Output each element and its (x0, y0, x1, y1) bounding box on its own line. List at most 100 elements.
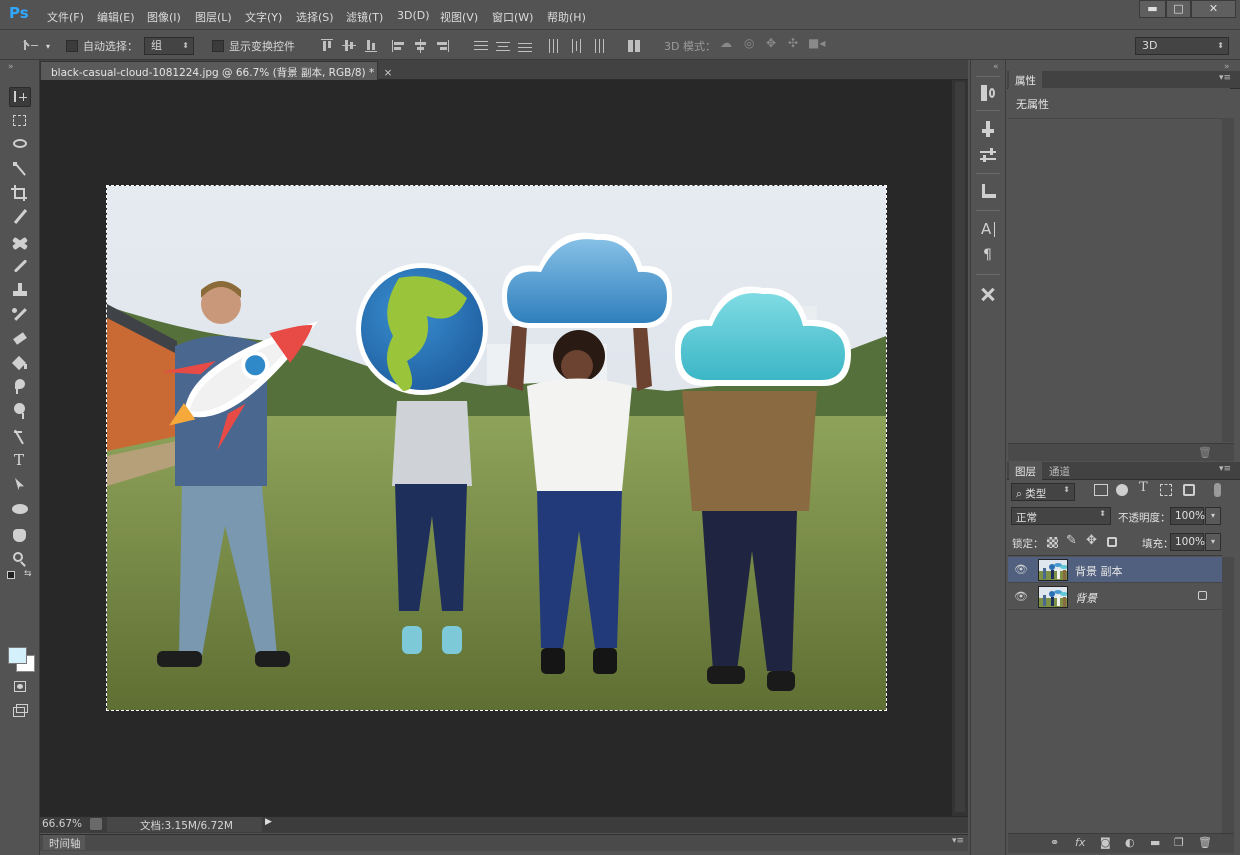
trash-icon[interactable]: 🗑 (1198, 446, 1212, 459)
status-menu-arrow-icon[interactable]: ▶ (265, 817, 272, 827)
align-bottom-icon[interactable] (364, 39, 378, 53)
layer-name[interactable]: 背景 副本 (1075, 563, 1123, 579)
align-vcenter-icon[interactable] (342, 39, 356, 53)
lock-position-icon[interactable]: ✥ (1086, 533, 1097, 548)
visibility-eye-icon[interactable]: 👁 (1014, 563, 1028, 577)
menu-type[interactable]: 文字(Y) (245, 9, 282, 25)
healing-brush-tool[interactable] (9, 233, 31, 253)
close-window-button[interactable]: ✕ (1191, 0, 1236, 18)
tool-presets-icon[interactable] (978, 181, 998, 201)
layer-row-background[interactable]: 👁 背景 (1008, 584, 1222, 610)
lock-transparency-icon[interactable] (1047, 537, 1058, 548)
magic-wand-tool[interactable] (9, 159, 31, 179)
3d-pan-icon[interactable]: ✥ (766, 36, 776, 50)
dodge-tool[interactable] (9, 401, 31, 421)
eyedropper-tool[interactable] (9, 207, 31, 227)
blend-mode-select[interactable]: 正常 ⬍ (1011, 507, 1111, 525)
auto-select-checkbox[interactable] (66, 40, 78, 52)
distribute-bottom-icon[interactable] (518, 39, 532, 53)
filter-toggle-switch[interactable] (1214, 483, 1221, 497)
3d-scale-icon[interactable]: ■◂ (808, 36, 825, 50)
align-top-icon[interactable] (320, 39, 334, 53)
lasso-tool[interactable] (9, 135, 31, 155)
filter-smart-object-icon[interactable] (1183, 484, 1195, 496)
align-hcenter-icon[interactable] (414, 39, 428, 53)
auto-select-target-select[interactable]: 组 ⬍ (144, 37, 194, 55)
panel-expand-icon[interactable]: » (1224, 62, 1230, 72)
filter-adjustment-icon[interactable] (1116, 484, 1128, 496)
dock-collapse-icon[interactable]: « (993, 62, 999, 72)
foreground-color-swatch[interactable] (8, 647, 27, 664)
fill-input[interactable]: 100% (1170, 533, 1205, 551)
document-image[interactable] (106, 185, 887, 711)
align-left-icon[interactable] (392, 39, 406, 53)
tool-options-icon[interactable] (978, 284, 998, 304)
distribute-left-icon[interactable] (547, 39, 561, 53)
lock-paint-icon[interactable]: ✎ (1066, 533, 1077, 548)
zoom-level[interactable]: 66.67% (42, 818, 82, 830)
layers-scrollbar[interactable] (1222, 557, 1234, 833)
menu-file[interactable]: 文件(F) (47, 9, 84, 25)
menu-help[interactable]: 帮助(H) (547, 9, 586, 25)
swap-colors-icon[interactable]: ⇆ (24, 569, 32, 579)
menu-edit[interactable]: 编辑(E) (97, 9, 135, 25)
adjustments-icon[interactable] (978, 146, 998, 166)
move-tool-preset-icon[interactable] (22, 39, 38, 53)
layers-panel-menu-icon[interactable]: ▾≡ (1219, 464, 1231, 474)
document-tab[interactable]: black-casual-cloud-1081224.jpg @ 66.7% (… (40, 61, 392, 80)
menu-image[interactable]: 图像(I) (147, 9, 181, 25)
distribute-right-icon[interactable] (591, 39, 605, 53)
toolbox-expand-icon[interactable]: » (8, 62, 14, 72)
opacity-input[interactable]: 100% (1170, 507, 1205, 525)
brush-tool[interactable] (9, 257, 31, 277)
add-mask-icon[interactable]: ◙ (1100, 836, 1111, 849)
layer-row-background-copy[interactable]: 👁 背景 副本 (1008, 557, 1222, 583)
properties-panel-menu-icon[interactable]: ▾≡ (1219, 73, 1231, 83)
history-panel-icon[interactable] (978, 83, 998, 103)
auto-align-layers-icon[interactable] (627, 39, 641, 53)
filter-type-icon[interactable]: T (1139, 480, 1148, 495)
preset-dropdown-arrow[interactable]: ▾ (46, 42, 50, 51)
tab-channels[interactable]: 通道 (1043, 462, 1076, 480)
close-document-icon[interactable]: × (384, 67, 393, 79)
fill-slider-button[interactable]: ▾ (1205, 533, 1221, 551)
show-transform-checkbox[interactable] (212, 40, 224, 52)
new-adjustment-layer-icon[interactable]: ◐ (1125, 836, 1135, 849)
tab-properties[interactable]: 属性 (1009, 71, 1042, 89)
filter-shape-icon[interactable] (1160, 484, 1172, 496)
paragraph-panel-icon[interactable]: ¶ (978, 247, 998, 267)
distribute-vcenter-icon[interactable] (496, 39, 510, 53)
new-layer-icon[interactable]: ❐ (1174, 836, 1184, 849)
quick-mask-button[interactable] (9, 677, 31, 697)
lock-all-icon[interactable] (1107, 537, 1117, 547)
brush-presets-icon[interactable] (978, 119, 998, 139)
marquee-tool[interactable] (9, 111, 31, 131)
align-right-icon[interactable] (436, 39, 450, 53)
character-panel-icon[interactable]: A (978, 220, 998, 240)
canvas-scroll-thumb[interactable] (955, 82, 965, 812)
share-icon[interactable] (90, 818, 102, 830)
ellipse-tool[interactable] (9, 499, 31, 519)
default-colors-icon[interactable] (7, 571, 15, 579)
maximize-button[interactable]: □ (1166, 0, 1191, 18)
history-brush-tool[interactable] (9, 305, 31, 325)
3d-slide-icon[interactable]: ✣ (788, 36, 798, 50)
paint-bucket-tool[interactable] (9, 353, 31, 373)
crop-tool[interactable] (9, 183, 31, 203)
3d-roll-icon[interactable]: ◎ (744, 36, 754, 50)
zoom-tool[interactable] (9, 549, 31, 569)
blur-tool[interactable] (9, 377, 31, 397)
path-selection-tool[interactable] (9, 475, 31, 495)
menu-layer[interactable]: 图层(L) (195, 9, 232, 25)
menu-view[interactable]: 视图(V) (440, 9, 478, 25)
opacity-slider-button[interactable]: ▾ (1205, 507, 1221, 525)
workspace-select[interactable]: 3D ⬍ (1135, 37, 1229, 55)
3d-rotate-icon[interactable]: ☁ (720, 36, 732, 50)
pen-tool[interactable] (9, 427, 31, 447)
menu-window[interactable]: 窗口(W) (492, 9, 533, 25)
type-tool[interactable]: T (9, 451, 31, 471)
menu-3d[interactable]: 3D(D) (397, 9, 430, 22)
layer-name[interactable]: 背景 (1075, 590, 1097, 606)
timeline-menu-icon[interactable]: ▾≡ (952, 836, 964, 846)
properties-scrollbar[interactable] (1222, 118, 1234, 442)
